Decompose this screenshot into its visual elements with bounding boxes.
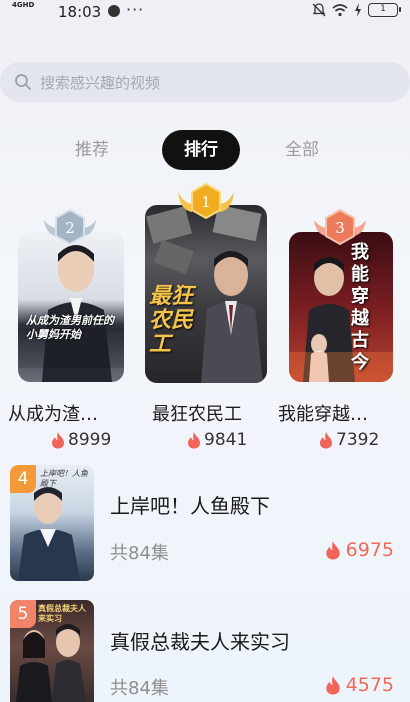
svg-text:2: 2	[65, 219, 75, 237]
thumbnail-rank-4[interactable]: 上岸吧！人鱼殿下 4	[10, 465, 94, 581]
poster-rank-2[interactable]: 从成为渣男前任的小舅妈开始	[18, 232, 124, 382]
svg-text:3: 3	[335, 219, 345, 237]
search-icon	[15, 74, 31, 90]
medal-gold-icon: 1	[178, 182, 234, 220]
flame-icon	[188, 432, 200, 449]
search-input[interactable]: 搜索感兴趣的视频	[0, 62, 410, 102]
clock: 18:03	[58, 3, 102, 21]
title-rank-2[interactable]: 从成为渣…	[8, 400, 98, 426]
flame-icon	[52, 432, 64, 449]
thumbnail-rank-5[interactable]: 真假总裁夫人来实习 5	[10, 600, 94, 702]
heat-rank-3: 7392	[318, 430, 379, 450]
charging-icon	[355, 3, 361, 17]
thumb-text-rank-5: 真假总裁夫人来实习	[38, 604, 86, 623]
tab-ranking[interactable]: 排行	[162, 130, 240, 170]
tab-all[interactable]: 全部	[272, 130, 332, 170]
flame-icon	[320, 432, 332, 449]
heat-value: 6975	[345, 539, 394, 561]
heat-rank-5: 4575	[324, 674, 394, 696]
more-notifications-icon: ···	[126, 0, 145, 19]
network-indicator: 4GHD	[12, 1, 35, 9]
tab-recommend[interactable]: 推荐	[62, 130, 122, 170]
heat-rank-1: 9841	[186, 430, 247, 450]
mute-bell-icon	[312, 3, 326, 17]
poster-text-rank-2: 从成为渣男前任的小舅妈开始	[26, 314, 114, 341]
medal-silver-icon: 2	[44, 208, 96, 246]
rank-badge-4: 4	[10, 465, 36, 493]
episode-count-rank-5: 共84集	[110, 678, 169, 699]
list-title-rank-4[interactable]: 上岸吧！人鱼殿下	[110, 490, 270, 519]
poster-art-rank-2	[18, 245, 124, 382]
notification-icon	[108, 5, 120, 17]
poster-text-rank-3: 我能穿越古今	[351, 242, 369, 373]
search-placeholder: 搜索感兴趣的视频	[40, 73, 161, 92]
poster-rank-3[interactable]: 我能穿越古今	[289, 232, 393, 382]
tab-bar: 推荐 排行 全部	[0, 130, 410, 170]
thumb-text-rank-4: 上岸吧！人鱼殿下	[40, 469, 88, 488]
poster-rank-1[interactable]: 最狂农民工	[145, 205, 267, 383]
heat-value: 9841	[204, 430, 248, 450]
episode-count-rank-4: 共84集	[110, 543, 169, 564]
svg-text:1: 1	[201, 193, 211, 211]
list-title-rank-5[interactable]: 真假总裁夫人来实习	[110, 626, 290, 655]
title-rank-3[interactable]: 我能穿越…	[278, 400, 368, 426]
heat-value: 7392	[336, 430, 380, 450]
status-bar: 4GHD 18:03 ··· 1	[0, 0, 410, 24]
heat-value: 8999	[68, 430, 112, 450]
medal-bronze-icon: 3	[314, 208, 366, 246]
poster-text-rank-1: 最狂农民工	[149, 284, 194, 357]
flame-icon	[325, 676, 340, 695]
poster-art-rank-3	[289, 257, 393, 382]
heat-rank-2: 8999	[50, 430, 111, 450]
flame-icon	[325, 541, 340, 560]
heat-rank-4: 6975	[324, 539, 394, 561]
battery-indicator: 1	[368, 3, 401, 17]
wifi-icon	[332, 4, 348, 17]
heat-value: 4575	[345, 674, 394, 696]
title-rank-1[interactable]: 最狂农民工	[152, 400, 242, 426]
rank-badge-5: 5	[10, 600, 36, 628]
